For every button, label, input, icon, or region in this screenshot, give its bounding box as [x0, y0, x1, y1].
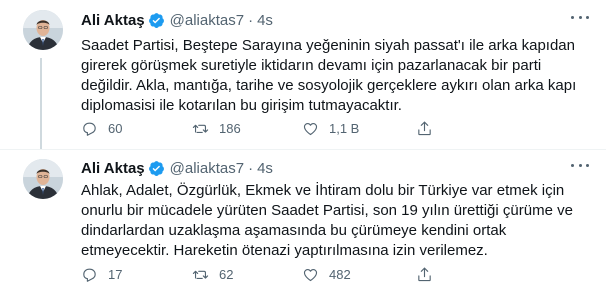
retweet-icon [192, 270, 209, 279]
like-button[interactable]: 1,1 B [302, 120, 359, 137]
reply-count: 60 [108, 121, 123, 136]
like-button[interactable]: 482 [302, 266, 351, 283]
retweet-count: 186 [219, 121, 241, 136]
avatar[interactable] [23, 10, 63, 50]
tweet-actions: 17 62 482 [81, 266, 511, 284]
tweet-feed: Ali Aktaş @aliaktas7 · 4s Saadet Partisi… [0, 0, 606, 296]
tweet-header: Ali Aktaş @aliaktas7 · 4s [81, 11, 273, 29]
tweet-text-line: Saadet Partisi, Beştepe Sarayına yeğenin… [81, 37, 575, 54]
share-button[interactable] [416, 266, 433, 283]
reply-count: 17 [108, 267, 123, 282]
reply-icon [83, 122, 96, 136]
tweet-text-line: değildir. Akla, mantığa, tarihe ve sosyo… [81, 77, 577, 94]
like-count: 1,1 B [329, 121, 360, 136]
share-icon [418, 121, 431, 136]
more-options-icon[interactable] [571, 16, 589, 22]
reply-button[interactable]: 17 [81, 266, 122, 283]
like-count: 482 [329, 267, 351, 282]
tweet-text-line: diplomasisi ile kotarılan bu girişim tut… [81, 97, 402, 114]
share-button[interactable] [416, 120, 433, 137]
author-handle[interactable]: @aliaktas7 [170, 12, 244, 29]
verified-badge-icon [148, 12, 164, 28]
verified-badge-icon [148, 160, 164, 176]
retweet-button[interactable]: 62 [192, 266, 233, 283]
reply-icon [83, 268, 96, 282]
retweet-button[interactable]: 186 [192, 120, 241, 137]
tweet[interactable]: Ali Aktaş @aliaktas7 · 4s Ahlak, Adalet,… [0, 150, 606, 296]
tweet-timestamp[interactable]: 4s [257, 160, 273, 177]
tweet-text-line: dindarlardan uzaklaşma aşamasında bu çür… [81, 222, 507, 239]
separator-dot: · [248, 159, 254, 177]
share-icon [418, 267, 431, 282]
tweet-text-line: etmeyecektir. Hareketin ötenazi yaptırıl… [81, 242, 488, 259]
tweet-text-line: girerek görüşmek suretiyle iktidarın dev… [81, 57, 542, 74]
author-name[interactable]: Ali Aktaş [81, 12, 145, 29]
tweet[interactable]: Ali Aktaş @aliaktas7 · 4s Saadet Partisi… [0, 0, 606, 150]
reply-button[interactable]: 60 [81, 120, 122, 137]
retweet-count: 62 [219, 267, 234, 282]
thread-connector [40, 58, 42, 150]
tweet-text: Saadet Partisi, Beştepe Sarayına yeğenin… [81, 36, 587, 116]
author-handle[interactable]: @aliaktas7 [170, 160, 244, 177]
heart-icon [303, 122, 318, 136]
tweet-text-line: Ahlak, Adalet, Özgürlük, Ekmek ve İhtira… [81, 182, 565, 199]
tweet-text-line: onurlu bir mücadele yürüten Saadet Parti… [81, 202, 573, 219]
separator-dot: · [248, 11, 254, 29]
retweet-icon [192, 124, 209, 133]
tweet-text: Ahlak, Adalet, Özgürlük, Ekmek ve İhtira… [81, 181, 587, 261]
author-name[interactable]: Ali Aktaş [81, 160, 145, 177]
tweet-header: Ali Aktaş @aliaktas7 · 4s [81, 159, 273, 177]
avatar[interactable] [23, 159, 63, 199]
tweet-actions: 60 186 1,1 B [81, 120, 511, 138]
tweet-timestamp[interactable]: 4s [257, 12, 273, 29]
heart-icon [303, 268, 318, 282]
more-options-icon[interactable] [571, 164, 589, 170]
